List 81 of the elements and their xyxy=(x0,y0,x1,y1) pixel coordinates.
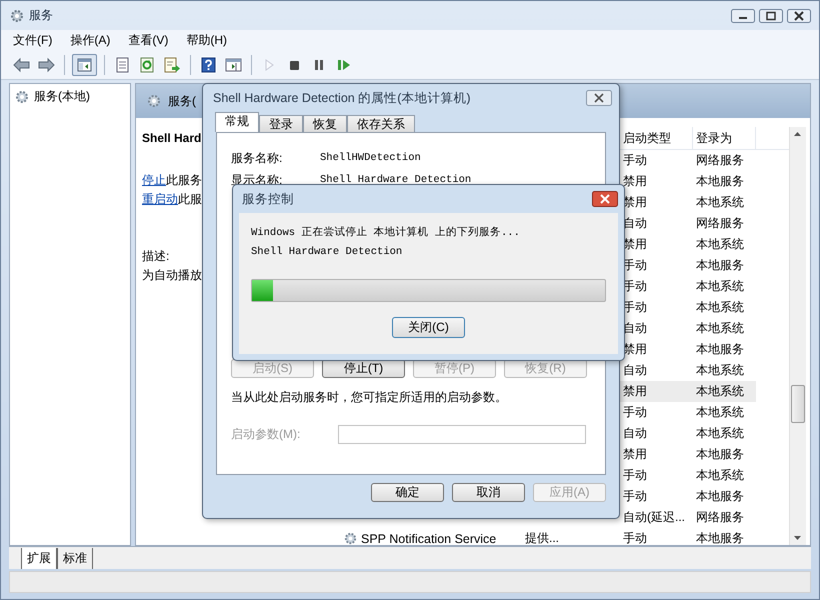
service-name: Shell Hardware Detection xyxy=(251,246,404,260)
dialog-button[interactable]: 取消 xyxy=(452,483,525,502)
table-cell: 手动 xyxy=(623,467,647,484)
table-cell: 本地服务 xyxy=(696,341,744,358)
gear-icon xyxy=(14,88,30,104)
table-cell: 自动(延迟... xyxy=(623,509,685,526)
back-arrow-icon[interactable] xyxy=(12,56,31,74)
table-cell: 手动 xyxy=(623,404,647,421)
close-button[interactable]: 关闭(C) xyxy=(392,317,465,338)
table-cell: 网络服务 xyxy=(696,152,744,169)
forward-arrow-icon[interactable] xyxy=(37,56,56,74)
table-cell: 本地系统 xyxy=(696,320,744,337)
action-link[interactable]: 重启动 xyxy=(142,192,178,206)
table-cell: 本地系统 xyxy=(696,236,744,253)
tab[interactable]: 恢复 xyxy=(303,115,347,132)
view-icon[interactable] xyxy=(224,56,243,74)
panel-title: 服务( xyxy=(168,92,196,110)
dialog-title: 服务控制 xyxy=(242,190,294,208)
table-cell: 手动 xyxy=(623,488,647,505)
field-value: ShellHWDetection xyxy=(320,152,421,164)
table-cell: SPP Notification Service xyxy=(361,532,496,546)
table-cell: 本地系统 xyxy=(696,467,744,484)
close-icon[interactable] xyxy=(787,8,811,22)
menu-item[interactable]: 文件(F) xyxy=(11,31,54,50)
dialog-title: Shell Hardware Detection 的属性(本地计算机) xyxy=(213,90,471,106)
menu-item[interactable]: 操作(A) xyxy=(68,31,112,50)
service-title: Shell Hard xyxy=(142,131,202,145)
column-header[interactable]: 登录为 xyxy=(693,127,756,149)
field-label: 启动参数(M): xyxy=(231,426,302,443)
minimize-icon[interactable] xyxy=(731,8,755,22)
description-text: 为自动播放 xyxy=(142,268,202,282)
table-cell: 本地系统 xyxy=(696,362,744,379)
table-cell: 本地系统 xyxy=(696,194,744,211)
dialog-button[interactable]: 确定 xyxy=(371,483,444,502)
close-icon[interactable] xyxy=(586,90,612,106)
scrollbar[interactable] xyxy=(789,127,806,545)
status-message: Windows 正在尝试停止 本地计算机 上的下列服务... xyxy=(251,225,521,241)
field-value: Shell Hardware Detection xyxy=(320,174,472,186)
table-cell: 自动 xyxy=(623,362,647,379)
table-cell: 本地系统 xyxy=(696,404,744,421)
tab[interactable]: 依存关系 xyxy=(347,115,415,132)
table-cell: 自动 xyxy=(623,425,647,442)
table-cell: 禁用 xyxy=(623,383,647,400)
maximize-icon[interactable] xyxy=(759,8,783,22)
help-icon[interactable] xyxy=(199,56,218,74)
scroll-thumb[interactable] xyxy=(791,385,805,423)
table-cell: 网络服务 xyxy=(696,215,744,232)
hint-text: 当从此处启动服务时，您可指定所适用的启动参数。 xyxy=(231,389,508,406)
action-text: 此服务 xyxy=(166,173,202,187)
table-cell: 禁用 xyxy=(623,173,647,190)
table-cell: 本地服务 xyxy=(696,173,744,190)
table-cell: 本地服务 xyxy=(696,257,744,274)
table-cell: 禁用 xyxy=(623,446,647,463)
table-cell: 手动 xyxy=(623,152,647,169)
table-cell: 提供... xyxy=(525,530,560,547)
tree-item[interactable]: 服务(本地) xyxy=(12,87,128,106)
table-cell: 本地系统 xyxy=(696,299,744,316)
action-text: 此服 xyxy=(178,192,202,206)
tab[interactable]: 标准 xyxy=(57,548,93,569)
table-cell: 本地服务 xyxy=(696,488,744,505)
gear-icon xyxy=(146,93,162,109)
table-cell: 本地服务 xyxy=(696,446,744,463)
gear-icon xyxy=(9,8,25,24)
menu-item[interactable]: 帮助(H) xyxy=(184,31,229,50)
menu-item[interactable]: 查看(V) xyxy=(126,31,170,50)
close-icon[interactable] xyxy=(592,191,618,207)
table-cell: 本地系统 xyxy=(696,383,744,400)
window-title: 服务 xyxy=(29,7,53,24)
tab[interactable]: 登录 xyxy=(259,115,303,132)
table-row[interactable]: SPP Notification Service 提供... 手动 本地服务 xyxy=(340,528,789,549)
table-cell: 手动 xyxy=(623,530,647,547)
tab[interactable]: 扩展 xyxy=(21,548,57,569)
export-icon[interactable] xyxy=(163,56,182,74)
table-cell: 本地系统 xyxy=(696,425,744,442)
table-cell: 本地服务 xyxy=(696,530,744,547)
table-cell: 网络服务 xyxy=(696,509,744,526)
field-label: 服务名称: xyxy=(231,150,284,166)
action-link[interactable]: 停止 xyxy=(142,173,166,187)
description-label: 描述: xyxy=(142,249,170,263)
tab[interactable]: 常规 xyxy=(215,112,259,132)
table-cell: 本地系统 xyxy=(696,278,744,295)
